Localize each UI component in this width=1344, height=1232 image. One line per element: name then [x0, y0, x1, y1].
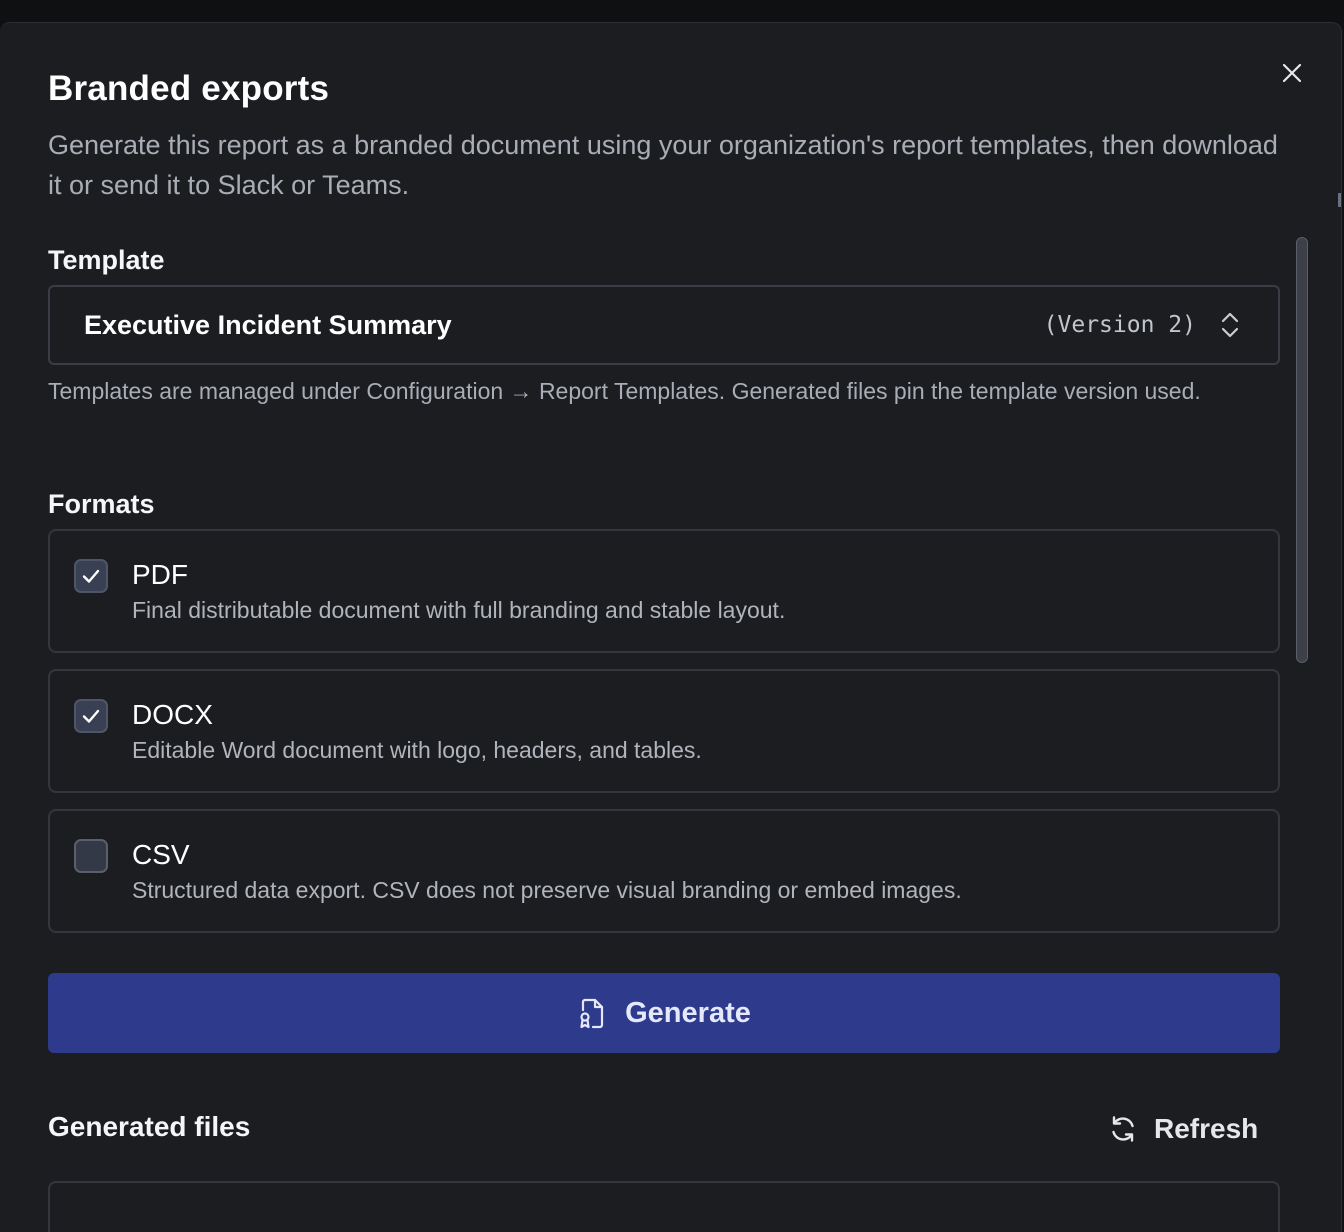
refresh-icon	[1112, 1116, 1134, 1142]
refresh-label: Refresh	[1154, 1113, 1259, 1144]
template-select[interactable]: Executive Incident Summary (Version 2)	[48, 285, 1280, 365]
generated-files-list	[48, 1181, 1280, 1232]
branded-exports-dialog: Branded exports Generate this report as …	[0, 22, 1342, 1232]
check-icon	[82, 569, 100, 583]
format-description: Structured data export. CSV does not pre…	[132, 877, 962, 903]
template-label: Template	[48, 245, 165, 275]
pdf-checkbox[interactable]	[74, 559, 108, 593]
format-name: CSV	[132, 839, 190, 870]
generate-label: Generate	[625, 996, 751, 1029]
refresh-button[interactable]: Refresh	[1104, 1107, 1262, 1151]
close-icon	[1282, 63, 1302, 83]
format-description: Editable Word document with logo, header…	[132, 737, 702, 763]
file-badge-icon	[580, 998, 604, 1029]
scroll-edge-marker	[1338, 193, 1341, 207]
template-selected-value: Executive Incident Summary	[84, 309, 452, 340]
format-option-docx[interactable]: DOCX Editable Word document with logo, h…	[48, 669, 1280, 793]
format-description: Final distributable document with full b…	[132, 597, 786, 623]
format-option-csv[interactable]: CSV Structured data export. CSV does not…	[48, 809, 1280, 933]
formats-label: Formats	[48, 489, 155, 519]
chevron-up-down-icon	[1216, 307, 1244, 343]
dialog-title: Branded exports	[48, 69, 330, 108]
template-help-text: Templates are managed under Configuratio…	[48, 378, 1201, 404]
generate-button[interactable]: Generate	[48, 973, 1280, 1053]
dialog-description: Generate this report as a branded docume…	[48, 130, 1278, 200]
format-name: PDF	[132, 559, 188, 590]
close-button[interactable]	[1276, 57, 1308, 89]
csv-checkbox[interactable]	[74, 839, 108, 873]
docx-checkbox[interactable]	[74, 699, 108, 733]
format-option-pdf[interactable]: PDF Final distributable document with fu…	[48, 529, 1280, 653]
scrollbar-thumb[interactable]	[1296, 237, 1308, 663]
check-icon	[82, 709, 100, 723]
format-name: DOCX	[132, 699, 213, 730]
generated-files-title: Generated files	[48, 1111, 251, 1142]
template-version: (Version 2)	[1043, 312, 1196, 338]
